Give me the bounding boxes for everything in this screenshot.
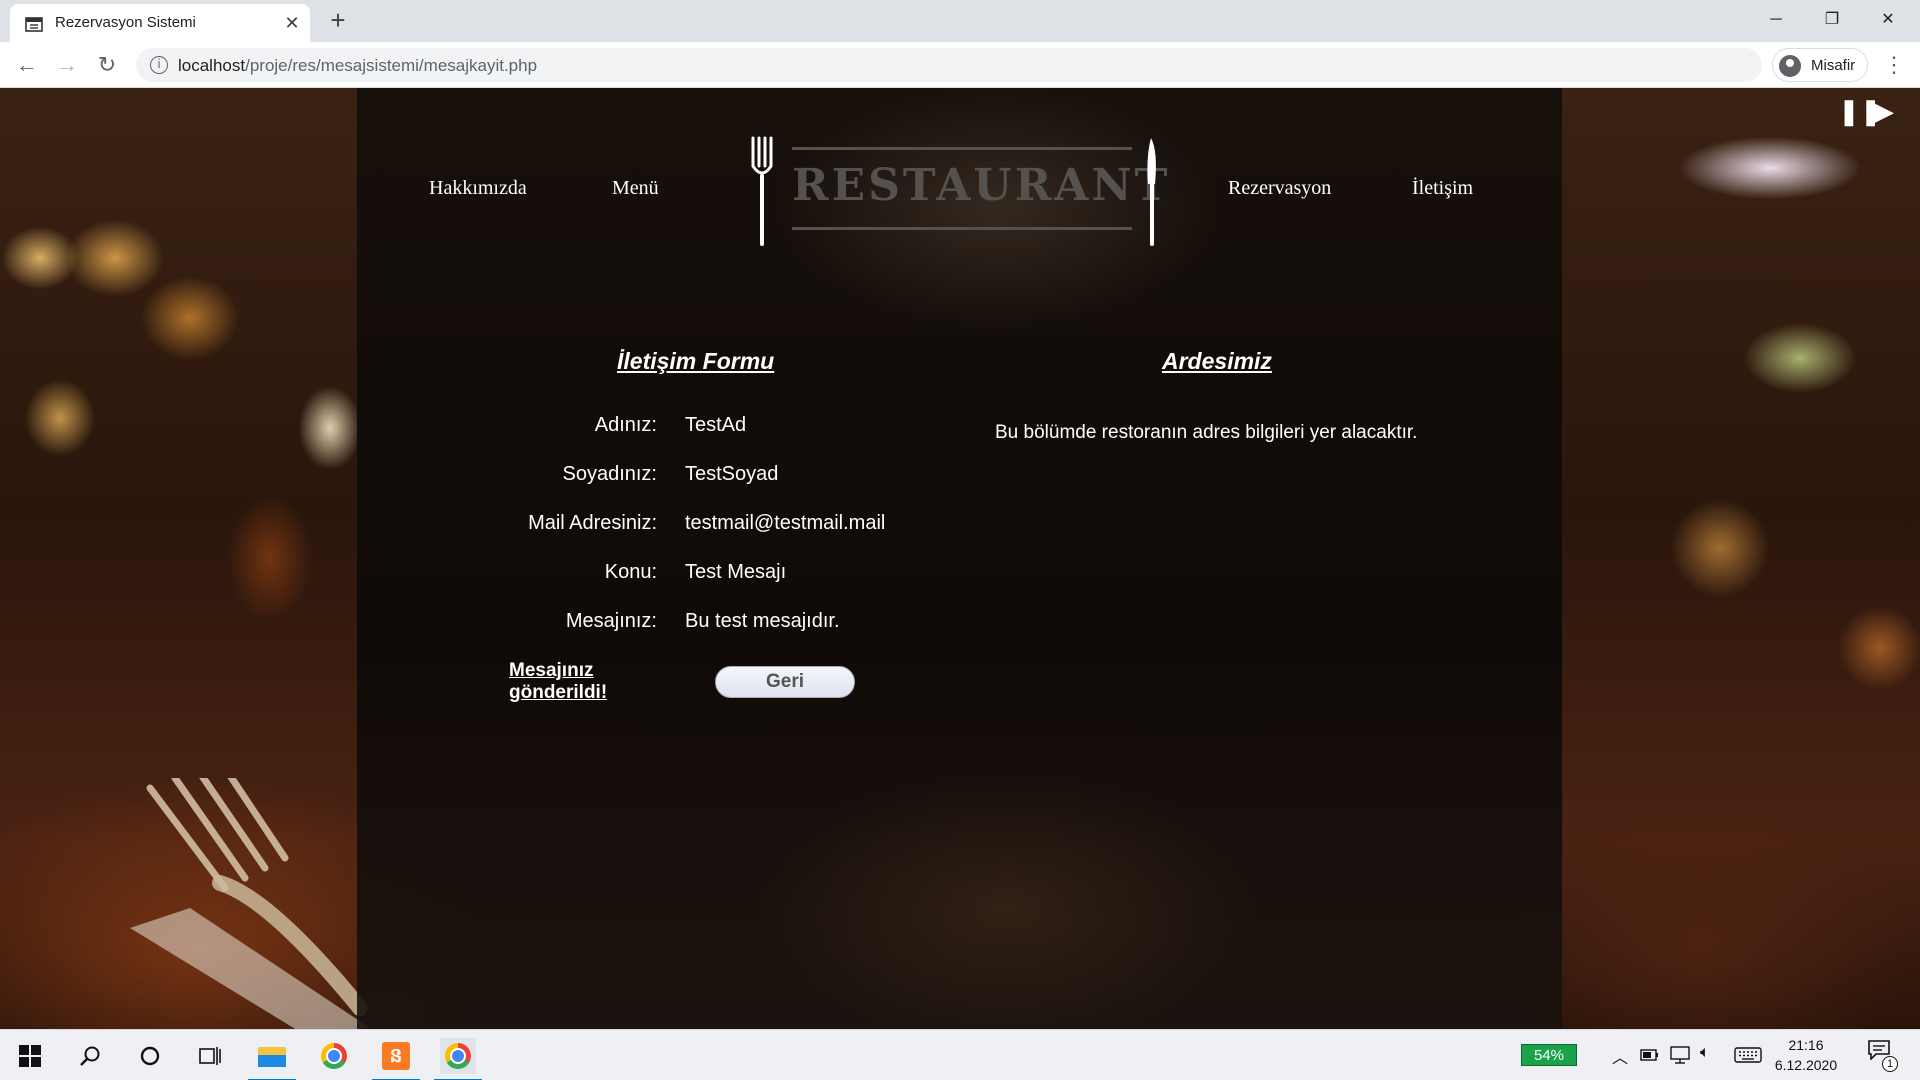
clock-date: 6.12.2020 bbox=[1774, 1057, 1838, 1073]
keyboard-icon[interactable] bbox=[1734, 1047, 1762, 1063]
profile-button[interactable]: Misafir bbox=[1772, 48, 1868, 82]
battery-tray-icon[interactable] bbox=[1640, 1048, 1660, 1062]
value-surname: TestSoyad bbox=[685, 463, 779, 485]
logo-text: RESTAURANT bbox=[792, 160, 1171, 211]
avatar-icon bbox=[1779, 55, 1801, 77]
tab-close-icon[interactable]: ✕ bbox=[280, 11, 304, 35]
chevron-up-icon[interactable]: ︿ bbox=[1612, 1044, 1628, 1068]
cortana-icon[interactable] bbox=[132, 1038, 168, 1074]
restore-button[interactable]: ❐ bbox=[1804, 0, 1860, 40]
label-subject: Konu: bbox=[604, 561, 657, 583]
value-email: testmail@testmail.mail bbox=[685, 512, 886, 534]
knife-icon bbox=[1147, 138, 1156, 246]
chrome-active-window-icon[interactable] bbox=[434, 1038, 482, 1080]
search-icon[interactable] bbox=[72, 1038, 108, 1074]
page-viewport: ❚❚ ▶ Hakkımızda Menü Rezervasyon İletişi… bbox=[0, 88, 1920, 1029]
tab-title: Rezervasyon Sistemi bbox=[55, 14, 196, 31]
xampp-icon[interactable]: ន bbox=[372, 1038, 420, 1080]
slider-play-icon[interactable]: ▶ bbox=[1874, 98, 1894, 124]
message-sent-line-1: Mesajınız bbox=[509, 660, 594, 681]
message-sent-line-2: gönderildi! bbox=[509, 682, 608, 703]
chrome-icon[interactable] bbox=[316, 1038, 352, 1074]
windows-start-icon[interactable] bbox=[12, 1038, 48, 1074]
folder-icon bbox=[258, 1047, 286, 1067]
tab-strip: Rezervasyon Sistemi ✕ + ─ ❐ ✕ bbox=[0, 0, 1920, 42]
back-button-geri[interactable]: Geri bbox=[715, 666, 855, 698]
task-view-icon[interactable] bbox=[192, 1038, 228, 1074]
back-button[interactable]: ← bbox=[12, 50, 42, 80]
label-message: Mesajınız: bbox=[565, 610, 657, 632]
url-path: /proje/res/mesajsistemi/mesajkayit.php bbox=[245, 56, 538, 75]
address-text: Bu bölümde restoranın adres bilgileri ye… bbox=[995, 422, 1418, 443]
logo-line-bottom bbox=[792, 227, 1132, 230]
value-name: TestAd bbox=[685, 414, 747, 436]
label-surname: Soyadınız: bbox=[562, 463, 657, 485]
profile-label: Misafir bbox=[1811, 57, 1856, 74]
new-tab-button[interactable]: + bbox=[324, 6, 352, 34]
browser-menu-icon[interactable]: ⋮ bbox=[1880, 50, 1908, 80]
minimize-button[interactable]: ─ bbox=[1748, 0, 1804, 40]
action-center-icon[interactable]: 1 bbox=[1868, 1040, 1898, 1072]
address-bar[interactable]: i localhost/proje/res/mesajsistemi/mesaj… bbox=[136, 48, 1762, 82]
nav-link-hakkimizda[interactable]: Hakkımızda bbox=[429, 177, 527, 200]
url-text[interactable]: localhost/proje/res/mesajsistemi/mesajka… bbox=[178, 56, 537, 76]
url-host: localhost bbox=[178, 56, 246, 75]
fork-icon bbox=[751, 136, 773, 246]
contact-form-title: İletişim Formu bbox=[617, 348, 775, 374]
value-message: Bu test mesajıdır. bbox=[685, 610, 840, 632]
windows-taskbar: ន 54% ︿ 🔈︎ 21:16 6.12.2020 1 bbox=[0, 1029, 1920, 1080]
network-icon[interactable] bbox=[1670, 1046, 1692, 1064]
battery-indicator[interactable]: 54% bbox=[1521, 1044, 1577, 1066]
nav-link-iletisim[interactable]: İletişim bbox=[1412, 177, 1473, 200]
close-window-button[interactable]: ✕ bbox=[1860, 0, 1916, 40]
forward-button[interactable]: → bbox=[52, 50, 82, 80]
clock-time: 21:16 bbox=[1788, 1037, 1824, 1053]
file-explorer-icon[interactable] bbox=[248, 1038, 296, 1080]
reload-button[interactable]: ↻ bbox=[92, 50, 122, 80]
notification-count-badge: 1 bbox=[1882, 1056, 1898, 1072]
restaurant-logo[interactable]: RESTAURANT bbox=[747, 116, 1171, 246]
site-favicon-icon bbox=[25, 17, 43, 32]
nav-link-menu[interactable]: Menü bbox=[612, 177, 659, 200]
browser-toolbar: ← → ↻ i localhost/proje/res/mesajsistemi… bbox=[0, 42, 1920, 88]
chrome-logo-icon bbox=[321, 1043, 347, 1069]
label-email: Mail Adresiniz: bbox=[528, 512, 657, 534]
system-clock[interactable]: 21:16 6.12.2020 bbox=[1766, 1035, 1846, 1075]
nav-link-rezervasyon[interactable]: Rezervasyon bbox=[1228, 177, 1331, 200]
address-title: Ardesimiz bbox=[1162, 348, 1272, 374]
message-sent-notice[interactable]: Mesajınız gönderildi! bbox=[509, 660, 607, 704]
site-info-icon[interactable]: i bbox=[150, 56, 168, 74]
value-subject: Test Mesajı bbox=[685, 561, 787, 583]
volume-icon[interactable]: 🔈︎ bbox=[1700, 1044, 1710, 1062]
main-content-panel: Hakkımızda Menü Rezervasyon İletişim RES… bbox=[357, 88, 1562, 1029]
browser-tab[interactable]: Rezervasyon Sistemi ✕ bbox=[10, 4, 310, 42]
xampp-logo-icon: ន bbox=[382, 1042, 410, 1070]
label-name: Adınız: bbox=[594, 414, 657, 436]
logo-line-top bbox=[792, 147, 1132, 150]
chrome-logo-icon bbox=[445, 1043, 471, 1069]
background-fork-image bbox=[130, 778, 370, 1029]
